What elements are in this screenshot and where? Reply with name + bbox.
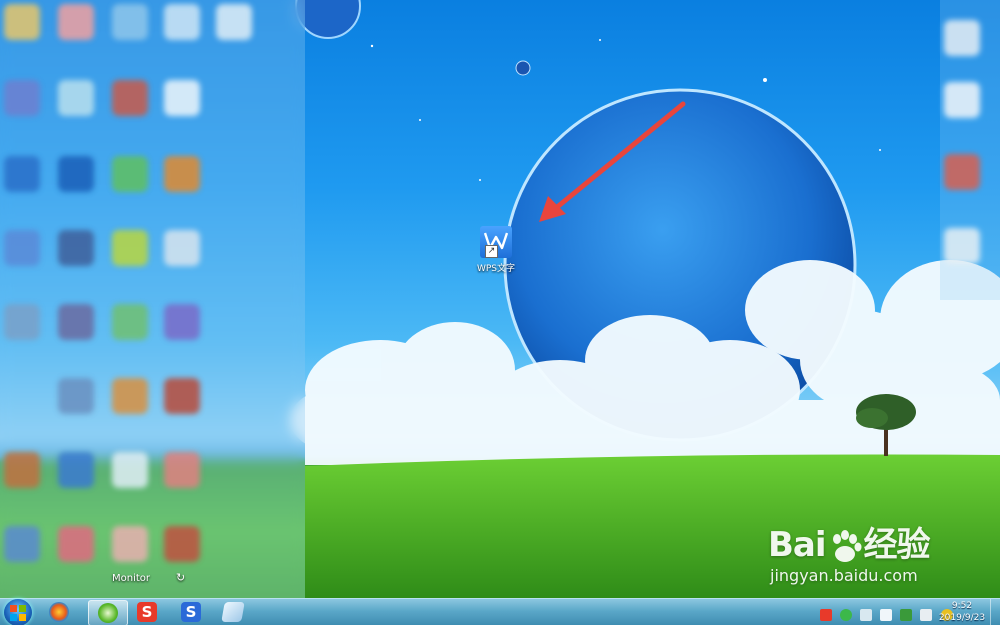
blurred-desktop-icon[interactable] <box>112 80 148 116</box>
blurred-desktop-icon[interactable] <box>58 304 94 340</box>
blurred-desktop-icon[interactable] <box>58 80 94 116</box>
blurred-desktop-icon[interactable] <box>112 378 148 414</box>
system-tray <box>820 604 956 621</box>
desktop[interactable]: Monitor ↻ ↗ WPS文字 Bai 经验 jingyan.baidu.c… <box>0 0 1000 625</box>
blurred-desktop-icon[interactable] <box>164 156 200 192</box>
blurred-desktop-icon[interactable] <box>58 452 94 488</box>
blurred-desktop-icon[interactable] <box>58 378 94 414</box>
shield-icon[interactable] <box>900 608 913 621</box>
blurred-desktop-icon[interactable] <box>944 82 980 118</box>
notepad-icon <box>221 602 245 622</box>
watermark-brand-left: Bai <box>768 525 827 565</box>
volume-icon[interactable] <box>920 608 933 621</box>
blurred-desktop-icon[interactable] <box>4 526 40 562</box>
watermark-url: jingyan.baidu.com <box>770 566 918 585</box>
blurred-desktop-icon[interactable] <box>944 20 980 56</box>
clock-date: 2019/9/23 <box>938 613 986 623</box>
taskbar: S S 9:52 2019/9/23 <box>0 598 1000 625</box>
show-desktop-button[interactable] <box>990 599 1000 625</box>
browser-360-icon <box>98 603 118 623</box>
shortcut-arrow-icon: ↗ <box>485 245 498 258</box>
blurred-desktop-icon[interactable] <box>4 80 40 116</box>
blurred-desktop-icon[interactable] <box>164 452 200 488</box>
blurred-desktop-icon[interactable] <box>164 378 200 414</box>
refresh-glyph: ↻ <box>176 571 186 584</box>
taskbar-wps[interactable]: S <box>128 600 166 624</box>
network-icon[interactable] <box>880 608 893 621</box>
watermark-brand-right: 经验 <box>863 525 931 565</box>
wps-writer-icon: ↗ <box>480 226 512 258</box>
blurred-desktop-icon[interactable] <box>112 526 148 562</box>
wps-s-red-icon: S <box>137 602 157 622</box>
blurred-desktop-icon[interactable] <box>944 228 980 264</box>
wps-tray-icon[interactable] <box>820 608 832 621</box>
green-app-icon[interactable] <box>840 608 853 621</box>
taskbar-sogou[interactable]: S <box>172 600 210 624</box>
app-launcher-icon <box>49 602 69 622</box>
baidu-paw-icon <box>832 529 862 562</box>
taskbar-browser[interactable] <box>88 600 128 625</box>
windows-start-icon <box>10 605 26 621</box>
blurred-desktop-icon[interactable] <box>58 4 94 40</box>
blurred-desktop-icon[interactable] <box>58 156 94 192</box>
blurred-desktop-icon[interactable] <box>112 304 148 340</box>
blurred-desktop-icon[interactable] <box>164 230 200 266</box>
taskbar-app-launcher[interactable] <box>40 600 78 624</box>
taskbar-clock[interactable]: 9:52 2019/9/23 <box>938 600 986 624</box>
blurred-desktop-icon[interactable] <box>164 80 200 116</box>
taskbar-notepad[interactable] <box>214 600 252 624</box>
blurred-icon-label: Monitor <box>112 573 151 584</box>
start-button[interactable] <box>4 599 32 625</box>
blurred-desktop-icon[interactable] <box>4 452 40 488</box>
blurred-icon-region <box>0 0 305 598</box>
blurred-desktop-icon[interactable] <box>112 156 148 192</box>
wps-writer-shortcut[interactable]: ↗ WPS文字 <box>470 226 522 274</box>
blurred-desktop-icon[interactable] <box>216 4 252 40</box>
blurred-desktop-icon[interactable] <box>4 4 40 40</box>
clock-time: 9:52 <box>951 601 973 611</box>
blurred-desktop-icon[interactable] <box>4 304 40 340</box>
blurred-desktop-icon[interactable] <box>112 4 148 40</box>
usb-icon[interactable] <box>860 608 873 621</box>
baidu-jingyan-watermark: Bai 经验 jingyan.baidu.com <box>768 517 931 585</box>
blurred-desktop-icon[interactable] <box>4 230 40 266</box>
blurred-desktop-icon[interactable] <box>164 304 200 340</box>
blurred-desktop-icon[interactable] <box>4 156 40 192</box>
shortcut-label: WPS文字 <box>476 264 516 274</box>
blurred-desktop-icon[interactable] <box>944 154 980 190</box>
blurred-desktop-icon[interactable] <box>58 230 94 266</box>
blurred-desktop-icon[interactable] <box>112 452 148 488</box>
sogou-s-blue-icon: S <box>181 602 201 622</box>
blurred-desktop-icon[interactable] <box>164 4 200 40</box>
blurred-desktop-icon[interactable] <box>58 526 94 562</box>
blurred-desktop-icon[interactable] <box>164 526 200 562</box>
blurred-desktop-icon[interactable] <box>112 230 148 266</box>
